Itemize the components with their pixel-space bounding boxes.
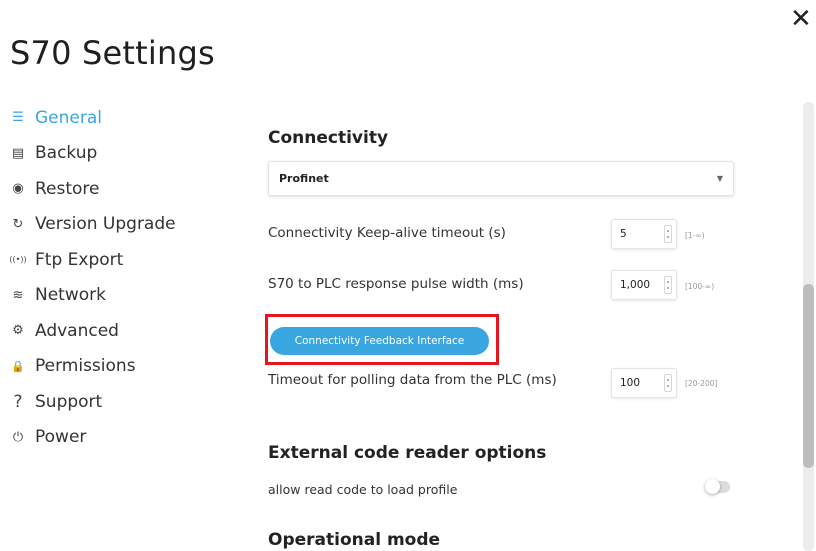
scrollbar-thumb[interactable] xyxy=(803,284,814,468)
polling-timeout-label: Timeout for polling data from the PLC (m… xyxy=(268,372,557,388)
sidebar-item-support[interactable]: ? Support xyxy=(8,384,208,420)
chevron-down-icon: ▼ xyxy=(716,174,723,183)
allow-read-code-toggle[interactable] xyxy=(705,479,730,494)
keepalive-timeout-input[interactable]: 5 xyxy=(611,219,677,249)
sidebar-item-label: Version Upgrade xyxy=(35,214,176,235)
sidebar-item-label: Restore xyxy=(35,178,100,199)
database-icon: ▤ xyxy=(11,145,25,161)
input-value: 1,000 xyxy=(620,279,651,291)
sidebar-item-label: Backup xyxy=(35,143,98,164)
polling-timeout-range: [20-200] xyxy=(685,379,718,388)
close-button[interactable]: ✕ xyxy=(790,6,812,32)
sidebar: ☰ General ▤ Backup ◉ Restore ↻ Version U… xyxy=(8,100,208,455)
restore-icon: ◉ xyxy=(12,181,24,197)
allow-read-code-label: allow read code to load profile xyxy=(268,482,458,497)
wifi-icon: ≋ xyxy=(12,287,24,303)
sidebar-item-permissions[interactable]: 🔒 Permissions xyxy=(8,349,208,385)
sidebar-item-general[interactable]: ☰ General xyxy=(8,100,208,136)
page-title: S70 Settings xyxy=(10,34,215,72)
sidebar-item-ftp-export[interactable]: ((•)) Ftp Export xyxy=(8,242,208,278)
refresh-icon: ↻ xyxy=(12,216,24,232)
operational-mode-section-title: Operational mode xyxy=(268,530,441,550)
sidebar-item-label: General xyxy=(35,107,102,128)
external-reader-section-title: External code reader options xyxy=(268,443,547,463)
sidebar-item-label: Support xyxy=(35,391,103,412)
input-value: 5 xyxy=(620,228,627,240)
connectivity-section-title: Connectivity xyxy=(268,128,389,148)
sidebar-item-label: Advanced xyxy=(35,320,119,341)
input-value: 100 xyxy=(620,377,641,389)
sidebar-item-version-upgrade[interactable]: ↻ Version Upgrade xyxy=(8,207,208,243)
sidebar-item-advanced[interactable]: ⚙ Advanced xyxy=(8,313,208,349)
pulse-width-range: [100-∞) xyxy=(685,282,715,291)
sidebar-item-label: Network xyxy=(35,285,106,306)
pulse-width-label: S70 to PLC response pulse width (ms) xyxy=(268,276,524,292)
spinner-icon[interactable] xyxy=(664,225,672,243)
keepalive-timeout-label: Connectivity Keep-alive timeout (s) xyxy=(268,225,506,241)
sidebar-item-label: Permissions xyxy=(35,356,136,377)
question-icon: ? xyxy=(13,391,23,412)
sidebar-item-backup[interactable]: ▤ Backup xyxy=(8,136,208,172)
spinner-icon[interactable] xyxy=(664,276,672,294)
spinner-icon[interactable] xyxy=(664,374,672,392)
pulse-width-input[interactable]: 1,000 xyxy=(611,270,677,300)
sidebar-item-power[interactable]: ⏻ Power xyxy=(8,420,208,456)
broadcast-icon: ((•)) xyxy=(9,255,27,265)
sidebar-item-network[interactable]: ≋ Network xyxy=(8,278,208,314)
sidebar-item-label: Ftp Export xyxy=(35,249,124,270)
select-value: Profinet xyxy=(279,172,329,185)
sidebar-item-label: Power xyxy=(35,427,87,448)
lock-icon: 🔒 xyxy=(11,359,25,373)
polling-timeout-input[interactable]: 100 xyxy=(611,368,677,398)
sliders-icon: ☰ xyxy=(12,110,24,126)
gear-icon: ⚙ xyxy=(12,323,24,339)
keepalive-range: [1-∞) xyxy=(685,231,705,240)
power-icon: ⏻ xyxy=(12,429,24,445)
connectivity-protocol-select[interactable]: Profinet ▼ xyxy=(268,161,734,196)
highlight-annotation xyxy=(265,314,499,365)
sidebar-item-restore[interactable]: ◉ Restore xyxy=(8,171,208,207)
